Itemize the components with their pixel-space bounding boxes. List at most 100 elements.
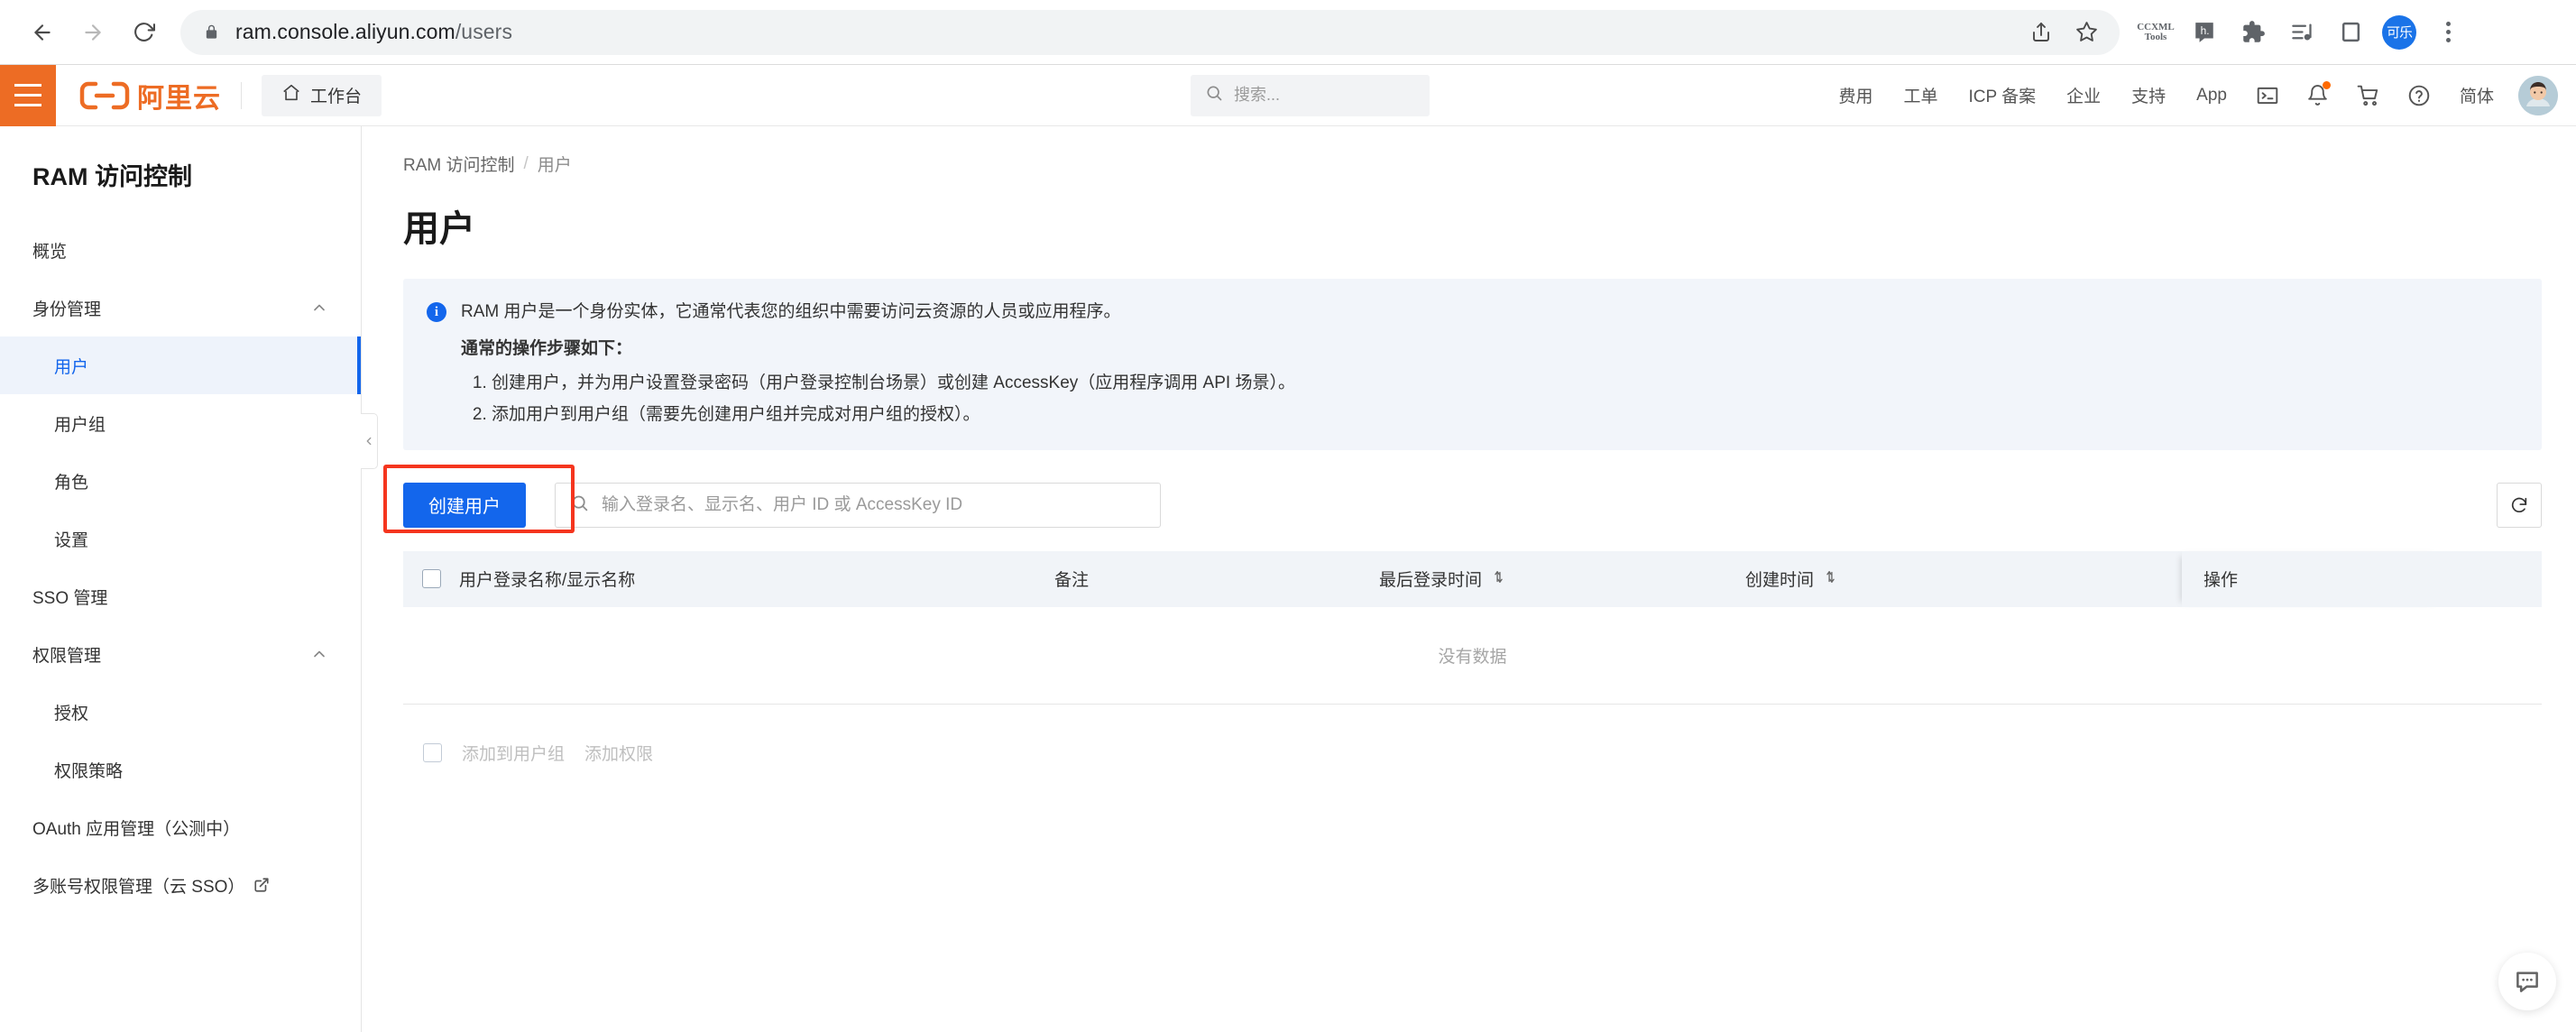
app-header: 阿里云 工作台 费用 工单 ICP 备案 企业 支持 App (0, 65, 2576, 126)
sidebar-item-user-groups[interactable]: 用户组 (0, 394, 361, 452)
sidebar-item-label: 权限策略 (54, 758, 123, 782)
global-search[interactable] (1191, 75, 1430, 116)
chevron-up-icon (310, 645, 328, 663)
header-right-area: 费用 工单 ICP 备案 企业 支持 App 简体 (1824, 70, 2559, 121)
user-avatar[interactable] (2518, 76, 2558, 115)
h-extension-icon[interactable]: h. (2186, 14, 2222, 51)
info-alert-body: RAM 用户是一个身份实体，它通常代表您的组织中需要访问云资源的人员或应用程序。… (461, 299, 1295, 428)
sidebar-item-label: 多账号权限管理（云 SSO） (32, 873, 244, 898)
sidebar-item-oauth-apps[interactable]: OAuth 应用管理（公测中） (0, 798, 361, 856)
aliyun-logo[interactable]: 阿里云 (79, 76, 221, 115)
sidebar-item-overview[interactable]: 概览 (0, 221, 361, 279)
address-bar[interactable]: ram.console.aliyun.com/users (180, 10, 2120, 55)
sidebar-item-sso-management[interactable]: SSO 管理 (0, 567, 361, 625)
share-icon[interactable] (2020, 12, 2062, 53)
back-arrow-icon[interactable] (20, 10, 65, 55)
alert-step-item: 添加用户到用户组（需要先创建用户组并完成对用户组的授权）。 (492, 401, 1295, 428)
alert-steps-list: 创建用户，并为用户设置登录密码（用户登录控制台场景）或创建 AccessKey（… (492, 370, 1295, 428)
sidebar-item-permission-management[interactable]: 权限管理 (0, 625, 361, 683)
header-link-fees[interactable]: 费用 (1824, 83, 1889, 107)
main-content: RAM 访问控制 / 用户 用户 i RAM 用户是一个身份实体，它通常代表您的… (362, 126, 2576, 1032)
sidebar-item-roles[interactable]: 角色 (0, 452, 361, 510)
ccxml-tools-extension-icon[interactable]: CCXMLTools (2138, 14, 2174, 51)
breadcrumb-parent[interactable]: RAM 访问控制 (403, 152, 515, 176)
sidebar-title: RAM 访问控制 (0, 157, 361, 221)
bulk-select-checkbox[interactable] (423, 743, 442, 762)
puzzle-extensions-icon[interactable] (2235, 14, 2271, 51)
search-input[interactable] (1234, 86, 1415, 105)
sidebar-item-users[interactable]: 用户 (0, 336, 361, 394)
shopping-cart-icon[interactable] (2343, 70, 2394, 121)
sidepanel-icon[interactable] (2332, 14, 2369, 51)
alert-step-item: 创建用户，并为用户设置登录密码（用户登录控制台场景）或创建 AccessKey（… (492, 370, 1295, 396)
kele-avatar-label: 可乐 (2382, 15, 2416, 50)
header-link-enterprise[interactable]: 企业 (2051, 83, 2116, 107)
sidebar-item-label: 角色 (54, 469, 88, 493)
refresh-button[interactable] (2497, 483, 2542, 528)
table-actions-bar: 创建用户 (403, 483, 2542, 528)
kele-profile-avatar[interactable]: 可乐 (2381, 14, 2417, 51)
add-to-group-link[interactable]: 添加到用户组 (462, 741, 565, 765)
select-all-checkbox[interactable] (422, 569, 441, 588)
sort-updown-icon[interactable] (1823, 569, 1838, 589)
header-link-tickets[interactable]: 工单 (1889, 83, 1954, 107)
feedback-chat-icon[interactable] (2498, 953, 2556, 1010)
cloudshell-terminal-icon[interactable] (2242, 70, 2293, 121)
sidebar-item-cloud-sso[interactable]: 多账号权限管理（云 SSO） (0, 856, 361, 914)
sidebar-item-label: OAuth 应用管理（公测中） (32, 815, 240, 840)
language-switch[interactable]: 简体 (2444, 83, 2509, 107)
sort-updown-icon[interactable] (1491, 569, 1506, 589)
column-header-created-time[interactable]: 创建时间 (1745, 567, 2182, 591)
column-label: 用户登录名称/显示名称 (459, 567, 635, 591)
column-label: 最后登录时间 (1379, 567, 1482, 591)
column-header-last-login[interactable]: 最后登录时间 (1379, 567, 1745, 591)
header-link-app[interactable]: App (2181, 86, 2242, 106)
sidebar-item-grants[interactable]: 授权 (0, 683, 361, 741)
header-link-support[interactable]: 支持 (2116, 83, 2181, 107)
url-text: ram.console.aliyun.com/users (235, 20, 512, 44)
notification-bell-icon[interactable] (2293, 70, 2343, 121)
breadcrumb-current: 用户 (538, 152, 572, 176)
help-question-icon[interactable] (2394, 70, 2444, 121)
three-dot-menu-icon[interactable] (2430, 14, 2466, 51)
sidebar-item-policies[interactable]: 权限策略 (0, 741, 361, 798)
sidebar-item-identity-management[interactable]: 身份管理 (0, 279, 361, 336)
header-divider (241, 82, 242, 109)
sidebar-collapse-handle[interactable] (361, 413, 378, 469)
breadcrumb-separator: / (524, 154, 529, 174)
sidebar-item-label: 概览 (32, 238, 67, 263)
column-header-note: 备注 (1054, 567, 1379, 591)
svg-text:h.: h. (2201, 24, 2210, 37)
user-search-box[interactable] (555, 483, 1161, 528)
sidebar-item-label: SSO 管理 (32, 585, 107, 609)
sidebar-item-label: 授权 (54, 700, 88, 724)
hamburger-menu-icon[interactable] (0, 65, 56, 126)
notification-badge-dot (2323, 81, 2331, 89)
empty-state-text: 没有数据 (1438, 643, 1506, 668)
create-user-button[interactable]: 创建用户 (403, 483, 526, 528)
alert-line-1: RAM 用户是一个身份实体，它通常代表您的组织中需要访问云资源的人员或应用程序。 (461, 299, 1295, 325)
omnibox-actions (2020, 12, 2107, 53)
sidebar-item-settings[interactable]: 设置 (0, 510, 361, 567)
forward-arrow-icon[interactable] (70, 10, 115, 55)
workbench-button[interactable]: 工作台 (262, 75, 382, 116)
playlist-extension-icon[interactable] (2284, 14, 2320, 51)
browser-nav-buttons (20, 10, 166, 55)
search-icon (1205, 84, 1223, 106)
workbench-label: 工作台 (310, 83, 362, 107)
search-icon (570, 493, 589, 517)
page-body: RAM 访问控制 概览 身份管理 用户 用户组 角色 设置 SSO 管理 权限管… (0, 126, 2576, 1032)
browser-toolbar: ram.console.aliyun.com/users CCXMLTools … (0, 0, 2576, 65)
header-link-icp[interactable]: ICP 备案 (1954, 83, 2052, 107)
table-footer-actions: 添加到用户组 添加权限 (403, 705, 2542, 765)
add-permission-link[interactable]: 添加权限 (584, 741, 653, 765)
alert-steps-title: 通常的操作步骤如下： (461, 336, 1295, 362)
sidebar-item-label: 用户组 (54, 411, 106, 436)
column-label: 操作 (2203, 567, 2238, 591)
external-link-icon (253, 877, 270, 893)
column-header-username: 用户登录名称/显示名称 (459, 567, 1054, 591)
info-circle-icon: i (427, 302, 446, 322)
reload-icon[interactable] (121, 10, 166, 55)
user-search-input[interactable] (602, 495, 1145, 515)
star-icon[interactable] (2065, 12, 2107, 53)
